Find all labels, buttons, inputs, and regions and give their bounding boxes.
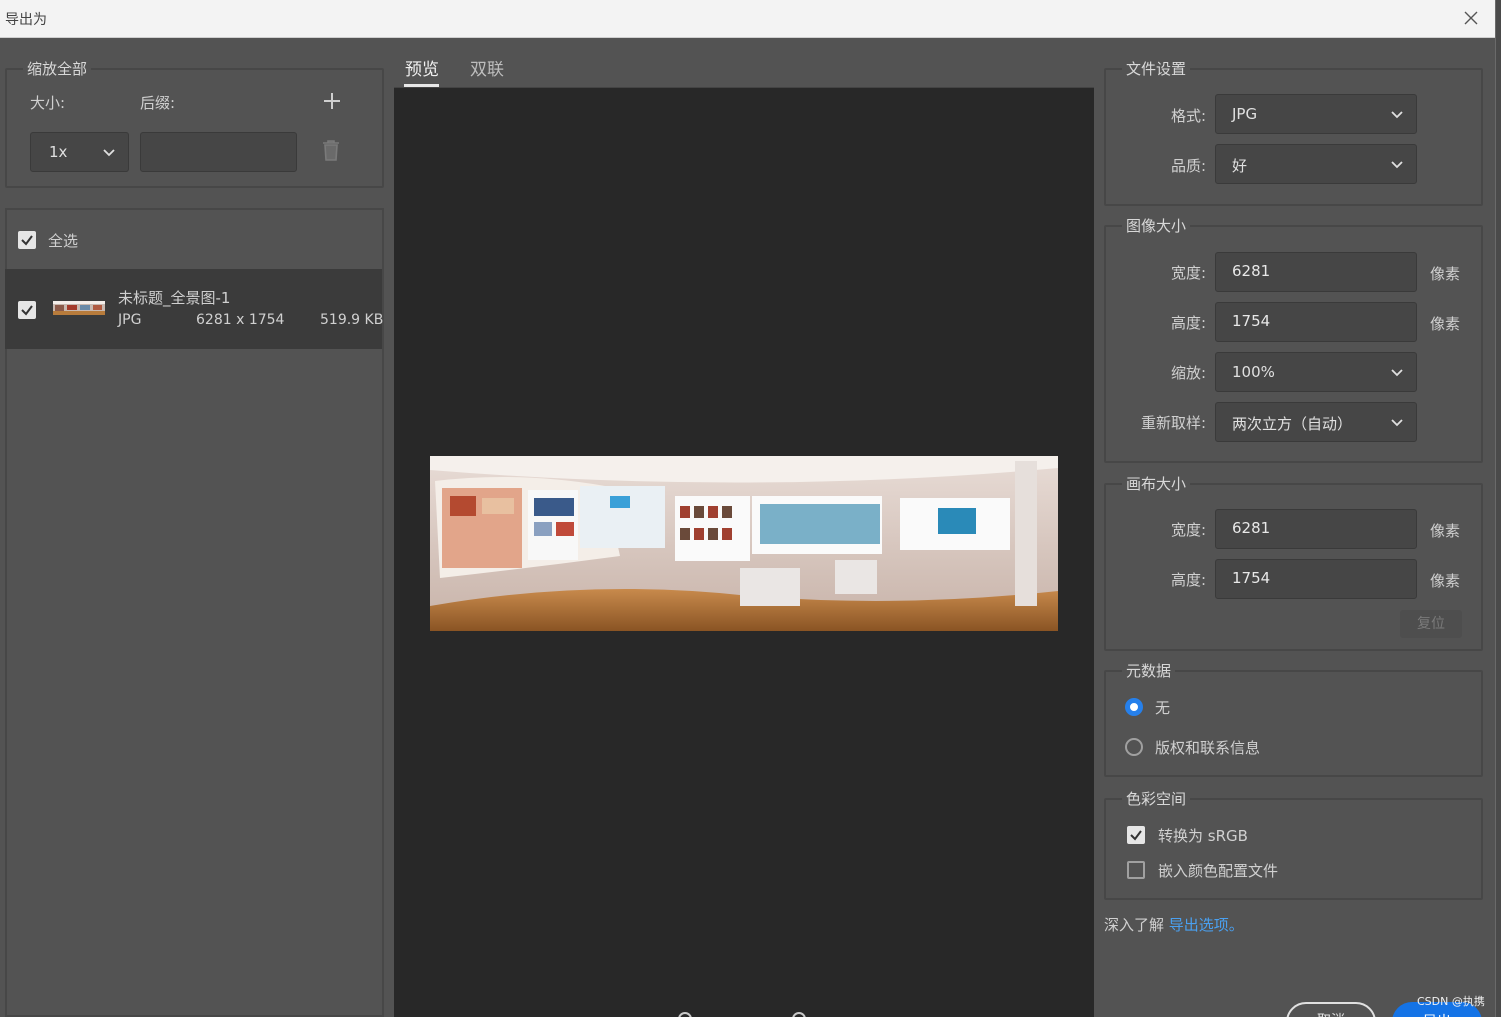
canvas-height-input[interactable]: 1754 (1215, 559, 1417, 599)
add-icon[interactable] (322, 91, 342, 111)
canvas-width-label: 宽度: (1170, 521, 1206, 539)
format-label: 格式: (1170, 107, 1206, 125)
window-title: 导出为 (5, 12, 47, 28)
suffix-input[interactable] (140, 132, 297, 172)
format-dropdown[interactable]: JPG (1215, 94, 1417, 134)
canvas-width-value: 6281 (1232, 519, 1271, 537)
metadata-legend: 元数据 (1126, 662, 1172, 680)
chevron-down-icon (103, 149, 115, 157)
select-all-label: 全选 (48, 232, 79, 250)
canvas-width-unit: 像素 (1430, 522, 1461, 540)
image-height-value: 1754 (1232, 312, 1271, 330)
watermark: CSDN @执携 (1417, 995, 1485, 1008)
title-bar: 导出为 (0, 0, 1495, 38)
file-settings-legend: 文件设置 (1126, 60, 1187, 78)
scale-all-legend: 缩放全部 (27, 60, 88, 78)
window-edge (1495, 0, 1501, 1017)
size-label: 大小: (30, 94, 66, 112)
size-dropdown-value: 1x (49, 143, 68, 161)
learn-more: 深入了解 导出选项。 (1104, 914, 1244, 935)
canvas-height-label: 高度: (1170, 571, 1206, 589)
metadata-copyright-radio[interactable] (1125, 738, 1143, 756)
image-width-label: 宽度: (1170, 264, 1206, 282)
convert-srgb-checkbox[interactable] (1127, 826, 1145, 844)
embed-profile-checkbox[interactable] (1127, 861, 1145, 879)
color-space-legend: 色彩空间 (1126, 790, 1187, 808)
format-dropdown-value: JPG (1232, 105, 1258, 123)
scale-label: 缩放: (1170, 364, 1206, 382)
chevron-down-icon (1391, 419, 1403, 427)
metadata-none-label: 无 (1155, 699, 1171, 717)
metadata-none-radio[interactable] (1125, 698, 1143, 716)
reset-button[interactable]: 复位 (1400, 610, 1462, 638)
metadata-group: 元数据 (1104, 660, 1483, 777)
tab-2up[interactable]: 双联 (470, 55, 504, 80)
close-icon[interactable] (1461, 8, 1481, 28)
image-width-value: 6281 (1232, 262, 1271, 280)
metadata-copyright-label: 版权和联系信息 (1155, 739, 1261, 757)
image-width-unit: 像素 (1430, 265, 1461, 283)
canvas-height-value: 1754 (1232, 569, 1271, 587)
asset-name: 未标题_全景图-1 (118, 289, 231, 307)
embed-profile-label: 嵌入颜色配置文件 (1158, 862, 1279, 880)
image-width-input[interactable]: 6281 (1215, 252, 1417, 292)
learn-more-prefix: 深入了解 (1104, 916, 1165, 934)
select-all-checkbox[interactable] (18, 231, 36, 249)
chevron-down-icon (1391, 161, 1403, 169)
resample-label: 重新取样: (1140, 414, 1206, 432)
asset-format: JPG (118, 312, 142, 328)
asset-thumbnail (53, 301, 105, 315)
asset-item[interactable]: 未标题_全景图-1 JPG 6281 x 1754 519.9 KB (5, 269, 384, 349)
image-height-label: 高度: (1170, 314, 1206, 332)
asset-filesize: 519.9 KB (320, 312, 384, 328)
chevron-down-icon (1391, 369, 1403, 377)
quality-dropdown-value: 好 (1232, 157, 1248, 175)
canvas-size-legend: 画布大小 (1126, 475, 1187, 493)
canvas-height-unit: 像素 (1430, 572, 1461, 590)
image-size-legend: 图像大小 (1126, 217, 1187, 235)
trash-icon[interactable] (321, 139, 341, 161)
export-options-link[interactable]: 导出选项。 (1169, 916, 1244, 934)
quality-label: 品质: (1170, 157, 1206, 175)
convert-srgb-label: 转换为 sRGB (1158, 827, 1248, 845)
image-height-input[interactable]: 1754 (1215, 302, 1417, 342)
scale-dropdown-value: 100% (1232, 363, 1275, 381)
image-height-unit: 像素 (1430, 315, 1461, 333)
cancel-button[interactable]: 取消 (1286, 1002, 1376, 1017)
asset-dimensions: 6281 x 1754 (196, 312, 285, 328)
scale-dropdown[interactable]: 100% (1215, 352, 1417, 392)
asset-item-checkbox[interactable] (18, 301, 36, 319)
tab-preview[interactable]: 预览 (405, 55, 439, 80)
quality-dropdown[interactable]: 好 (1215, 144, 1417, 184)
preview-image (430, 456, 1058, 631)
canvas-width-input[interactable]: 6281 (1215, 509, 1417, 549)
suffix-label: 后缀: (140, 94, 176, 112)
size-dropdown[interactable]: 1x (30, 132, 129, 172)
chevron-down-icon (1391, 111, 1403, 119)
resample-dropdown-value: 两次立方（自动） (1232, 415, 1353, 433)
resample-dropdown[interactable]: 两次立方（自动） (1215, 402, 1417, 442)
